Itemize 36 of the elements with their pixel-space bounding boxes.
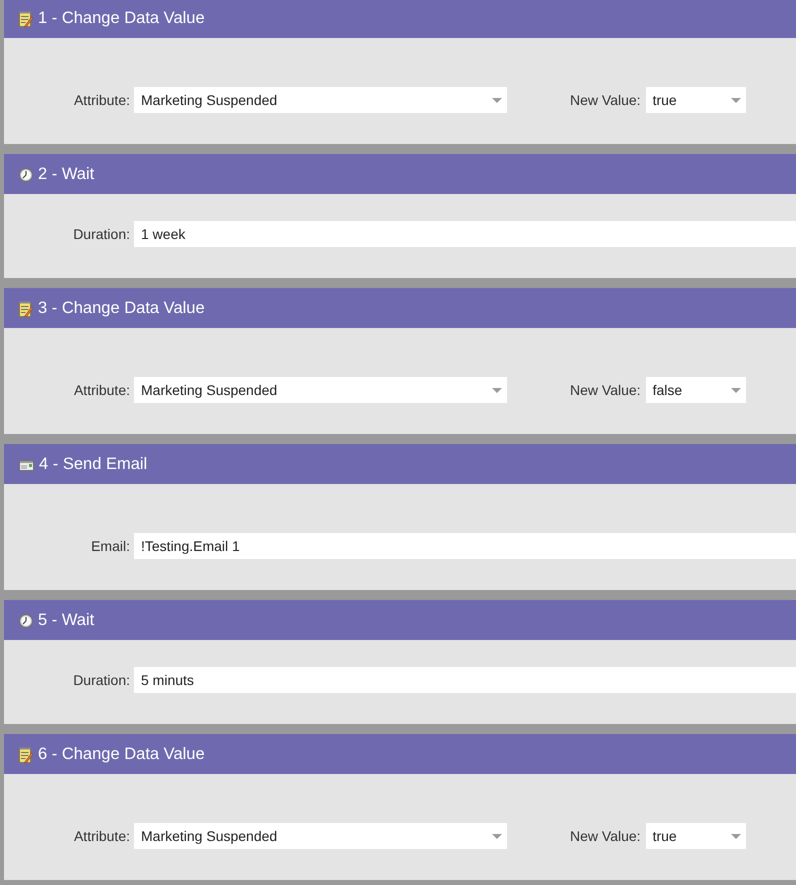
field-label: Email:: [90, 538, 130, 554]
caret-icon: [730, 388, 741, 392]
caret-icon: [492, 98, 502, 102]
dropdown[interactable]: true: [646, 87, 746, 113]
step-title: 5 - Wait: [38, 610, 94, 630]
field-label: Attribute:: [72, 92, 130, 108]
envelope-icon: [19, 460, 34, 470]
field-label: New Value:: [570, 92, 641, 108]
field-label: Attribute:: [72, 828, 130, 844]
step-title: 3 - Change Data Value: [38, 298, 205, 318]
dropdown[interactable]: Marketing Suspended: [134, 377, 507, 403]
caret-icon: [730, 834, 741, 838]
step-title: 6 - Change Data Value: [38, 744, 205, 764]
field-label: Duration:: [72, 672, 130, 688]
text-field[interactable]: 5 minuts: [134, 667, 796, 693]
field-label: Attribute:: [72, 382, 130, 398]
step-title: 2 - Wait: [38, 164, 94, 184]
field-label: New Value:: [570, 828, 641, 844]
dropdown[interactable]: Marketing Suspended: [134, 87, 507, 113]
notepad-icon: [19, 301, 33, 317]
dropdown[interactable]: false: [646, 377, 746, 403]
step-title: 4 - Send Email: [39, 454, 148, 474]
clock-icon: [19, 168, 33, 182]
caret-icon: [492, 388, 502, 392]
notepad-icon: [19, 747, 33, 763]
text-field[interactable]: !Testing.Email 1: [134, 533, 796, 559]
text-field[interactable]: 1 week: [134, 221, 796, 247]
step-title: 1 - Change Data Value: [38, 8, 205, 28]
caret-icon: [730, 98, 741, 102]
dropdown[interactable]: true: [646, 823, 746, 849]
field-label: New Value:: [570, 382, 641, 398]
field-label: Duration:: [72, 226, 130, 242]
caret-icon: [492, 834, 502, 838]
notepad-icon: [19, 11, 33, 27]
clock-icon: [19, 614, 33, 628]
dropdown[interactable]: Marketing Suspended: [134, 823, 507, 849]
